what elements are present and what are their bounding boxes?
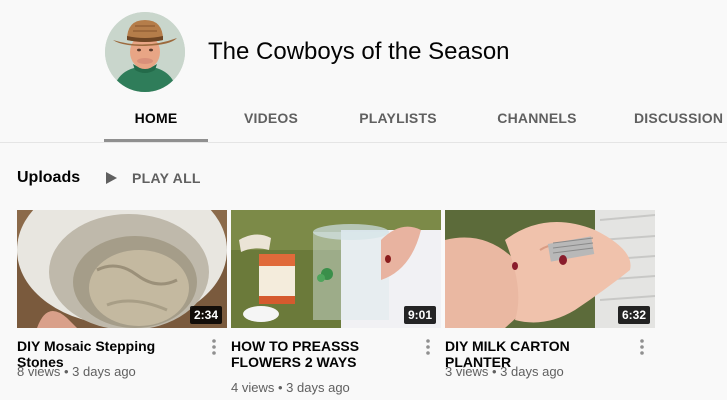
tab-discussion[interactable]: DISCUSSION (612, 94, 727, 142)
video-duration: 6:32 (617, 306, 650, 324)
view-count: 4 views (231, 380, 275, 395)
upload-age: 3 days ago (72, 364, 136, 379)
more-options-icon[interactable] (638, 338, 646, 356)
video-title[interactable]: HOW TO PREASSS FLOWERS 2 WAYS (PRESSURE … (231, 338, 411, 370)
video-duration: 2:34 (189, 306, 222, 324)
channel-header: The Cowboys of the Season HOME VIDEOS PL… (0, 0, 727, 143)
upload-age: 3 days ago (500, 364, 564, 379)
video-meta: 8 views • 3 days ago (17, 364, 136, 379)
video-card[interactable]: 6:32 DIY MILK CARTON PLANTER 3 views • 3… (445, 210, 655, 379)
play-all-label: PLAY ALL (132, 170, 201, 186)
video-thumbnail[interactable]: 9:01 (231, 210, 441, 328)
meta-separator: • (63, 364, 69, 379)
channel-avatar[interactable] (105, 12, 185, 92)
play-all-button[interactable]: PLAY ALL (104, 167, 201, 189)
meta-separator: • (491, 364, 497, 379)
video-duration: 9:01 (403, 306, 436, 324)
video-thumbnail[interactable]: 2:34 (17, 210, 227, 328)
uploads-shelf: Uploads PLAY ALL 2:34 DIY Mosaic Steppin… (0, 143, 727, 400)
tab-videos[interactable]: VIDEOS (208, 94, 334, 142)
upload-age: 3 days ago (286, 380, 350, 395)
video-card[interactable]: 9:01 HOW TO PREASSS FLOWERS 2 WAYS (PRES… (231, 210, 441, 395)
more-options-icon[interactable] (424, 338, 432, 356)
video-card[interactable]: 2:34 DIY Mosaic Stepping Stones 8 views … (17, 210, 227, 379)
video-meta: 4 views • 3 days ago (231, 380, 350, 395)
channel-title: The Cowboys of the Season (208, 38, 510, 65)
tab-home[interactable]: HOME (104, 94, 208, 142)
video-thumbnail[interactable]: 6:32 (445, 210, 655, 328)
tab-channels[interactable]: CHANNELS (462, 94, 612, 142)
video-meta: 3 views • 3 days ago (445, 364, 564, 379)
shelf-title[interactable]: Uploads (17, 169, 80, 187)
view-count: 8 views (17, 364, 61, 379)
cowboy-hat-portrait-icon (105, 12, 185, 92)
tab-playlists[interactable]: PLAYLISTS (334, 94, 462, 142)
more-options-icon[interactable] (210, 338, 218, 356)
play-icon (106, 172, 117, 184)
channel-tabs: HOME VIDEOS PLAYLISTS CHANNELS DISCUSSIO… (104, 94, 727, 142)
meta-separator: • (277, 380, 283, 395)
view-count: 3 views (445, 364, 489, 379)
